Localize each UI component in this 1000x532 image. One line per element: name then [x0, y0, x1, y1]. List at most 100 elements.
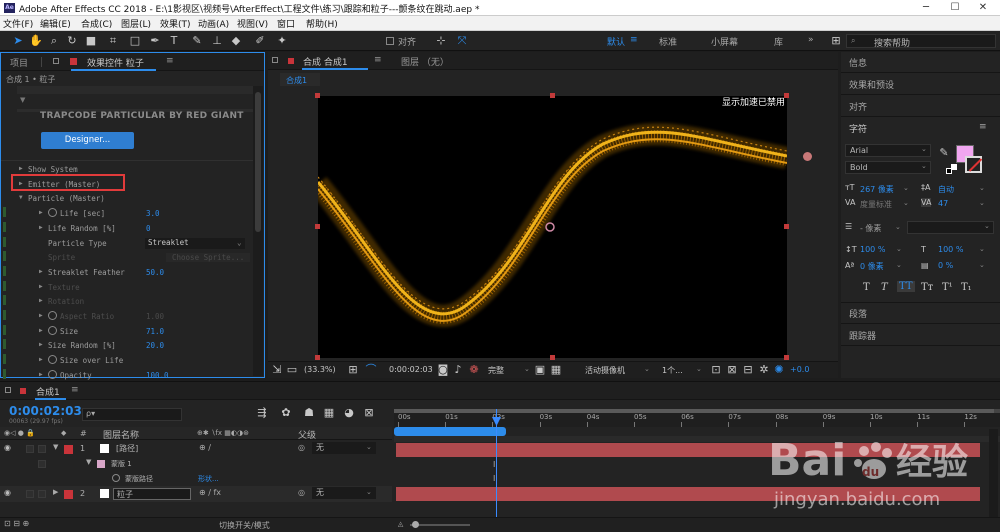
- comp-mini-flowchart-icon[interactable]: ⇶: [255, 406, 269, 420]
- timeline-icon[interactable]: ⊟: [741, 363, 755, 377]
- motion-blur-icon[interactable]: ◕: [342, 406, 356, 420]
- workspace-menu-icon[interactable]: ≡: [630, 35, 638, 45]
- leading-value[interactable]: 自动: [938, 184, 954, 195]
- views-dropdown[interactable]: 1个...: [662, 365, 683, 376]
- bbox-handle[interactable]: [315, 355, 320, 360]
- tsume-value[interactable]: 0 %: [938, 261, 953, 270]
- effect-property-row[interactable]: ▶ Texture: [1, 280, 253, 295]
- workspace-default[interactable]: 默认: [607, 35, 625, 48]
- pan-behind-tool-icon[interactable]: ⌗: [106, 34, 120, 48]
- roto-brush-tool-icon[interactable]: ✐: [253, 34, 267, 48]
- transparency-icon[interactable]: ▦: [549, 363, 563, 377]
- effect-property-row[interactable]: ▶ Aspect Ratio 1.00: [1, 310, 253, 324]
- effect-property-value[interactable]: 100.0: [146, 371, 169, 380]
- timeline-tab-comp[interactable]: 合成1: [36, 385, 60, 398]
- selection-tool-icon[interactable]: ➤: [11, 34, 25, 48]
- workspace-library[interactable]: 库: [774, 35, 783, 48]
- comp-timecode[interactable]: 0:00:02:03: [389, 365, 433, 374]
- tab-composition[interactable]: 合成 合成1: [303, 55, 348, 68]
- exposure-icon[interactable]: ✺: [772, 363, 786, 377]
- layer-expand-triangle-icon[interactable]: ▼: [53, 443, 58, 451]
- puppet-tool-icon[interactable]: ✦: [275, 34, 289, 48]
- effect-property-row[interactable]: ▼ Particle (Master): [1, 192, 253, 206]
- close-tab-icon[interactable]: [53, 58, 59, 64]
- align-checkbox[interactable]: [386, 37, 394, 45]
- effect-property-value[interactable]: Choose Sprite...: [166, 253, 251, 263]
- graph-editor-icon[interactable]: ⊠: [362, 406, 376, 420]
- collapse-triangle-icon[interactable]: ▶: [39, 341, 43, 348]
- designer-button[interactable]: Designer...: [41, 132, 134, 149]
- baseline-value[interactable]: 0 像素: [860, 261, 884, 272]
- expand-triangle-icon[interactable]: ▼: [19, 194, 23, 201]
- hide-shy-layers-icon[interactable]: ☗: [302, 406, 316, 420]
- menu-edit[interactable]: 编辑(E): [40, 17, 71, 30]
- collapse-triangle-icon[interactable]: ▶: [39, 209, 43, 216]
- bbox-handle[interactable]: [784, 93, 789, 98]
- effect-property-value[interactable]: Streaklet: [145, 237, 245, 249]
- layer-switches-icons[interactable]: ⊕ ∕: [199, 443, 211, 452]
- collapse-triangle-icon[interactable]: ▶: [19, 165, 23, 172]
- font-size-value[interactable]: 267 像素: [860, 184, 894, 195]
- work-area-bar[interactable]: [394, 409, 1000, 413]
- lock-toggle[interactable]: [38, 445, 46, 453]
- menu-window[interactable]: 窗口: [277, 17, 295, 30]
- snapshot-icon[interactable]: ◙: [436, 363, 450, 377]
- brush-tool-icon[interactable]: ✎: [190, 34, 204, 48]
- layer-name[interactable]: 粒子: [113, 488, 191, 500]
- show-snapshot-icon[interactable]: ♪: [451, 363, 465, 377]
- emitter-point-icon[interactable]: [803, 152, 812, 161]
- draft-3d-icon[interactable]: ✿: [279, 406, 293, 420]
- visibility-eye-icon[interactable]: ◉: [4, 443, 11, 452]
- playhead[interactable]: [496, 409, 497, 532]
- camera-dropdown[interactable]: 活动摄像机: [585, 365, 625, 376]
- mask-name[interactable]: 蒙版 1: [111, 459, 132, 469]
- collapse-triangle-icon[interactable]: ▶: [39, 224, 43, 231]
- lock-toggle[interactable]: [38, 460, 46, 468]
- collapse-triangle-icon[interactable]: ▶: [39, 327, 43, 334]
- lock-tab-icon[interactable]: [272, 57, 278, 63]
- channel-icon[interactable]: ❁: [467, 363, 481, 377]
- pen-tool-icon[interactable]: ✒: [148, 34, 162, 48]
- workspace-standard[interactable]: 标准: [659, 35, 677, 48]
- minimize-button[interactable]: ─: [912, 1, 940, 14]
- timeline-zoom-thumb[interactable]: [412, 521, 419, 528]
- bbox-handle[interactable]: [784, 224, 789, 229]
- effect-property-row[interactable]: ▶ Size over Life: [1, 354, 253, 368]
- flowchart-icon[interactable]: ✲: [757, 363, 771, 377]
- kerning-value[interactable]: 度量标准: [860, 199, 892, 210]
- parent-pickwhip-icon[interactable]: ◎: [298, 443, 305, 452]
- effect-property-value[interactable]: 20.0: [146, 341, 164, 350]
- menu-composition[interactable]: 合成(C): [81, 17, 112, 30]
- all-caps-button[interactable]: TT: [897, 281, 915, 292]
- workspace-small-screen[interactable]: 小屏幕: [711, 35, 738, 48]
- character-panel-header[interactable]: 字符: [849, 122, 867, 135]
- character-menu-icon[interactable]: ≡: [979, 122, 987, 132]
- effect-property-row[interactable]: Sprite Choose Sprite...: [1, 251, 253, 265]
- timeline-layer-row[interactable]: ▼ 蒙版 1: [0, 456, 392, 472]
- effect-property-row[interactable]: ▶ Streaklet Feather 50.0: [1, 265, 253, 280]
- snap-expand-icon[interactable]: ⤧: [455, 34, 469, 48]
- snap-icon[interactable]: ⊹: [434, 34, 448, 48]
- font-style-dropdown[interactable]: Bold: [845, 161, 931, 174]
- collapse-triangle-icon[interactable]: ▶: [39, 268, 43, 275]
- visibility-eye-icon[interactable]: ◉: [4, 488, 11, 497]
- effect-property-value[interactable]: 71.0: [146, 327, 164, 336]
- bbox-handle[interactable]: [550, 93, 555, 98]
- timeline-timecode[interactable]: 0:00:02:03: [9, 404, 82, 418]
- rectangle-tool-icon[interactable]: □: [128, 34, 142, 48]
- superscript-button[interactable]: T¹: [942, 282, 953, 293]
- close-button[interactable]: ✕: [969, 1, 997, 14]
- timeline-search-input[interactable]: ρ▾: [82, 408, 182, 421]
- collapse-triangle-icon[interactable]: ▶: [39, 356, 43, 363]
- collapse-triangle-icon[interactable]: ▶: [39, 283, 43, 290]
- timeline-layer-row[interactable]: ◉ ▶ 2 粒子 ⊕ ∕ fx ◎ 无 ⌄: [0, 486, 392, 502]
- layer-label-color[interactable]: [64, 490, 73, 499]
- align-panel-header[interactable]: 对齐: [849, 100, 867, 113]
- frame-blending-icon[interactable]: ▦: [322, 406, 336, 420]
- menu-help[interactable]: 帮助(H): [306, 17, 338, 30]
- workspace-overflow[interactable]: »: [808, 35, 814, 45]
- exposure-value[interactable]: +0.0: [790, 365, 809, 374]
- horizontal-scale-value[interactable]: 100 %: [938, 245, 963, 254]
- stopwatch-icon[interactable]: [48, 369, 57, 379]
- comp-panel-menu-icon[interactable]: ≡: [374, 55, 382, 65]
